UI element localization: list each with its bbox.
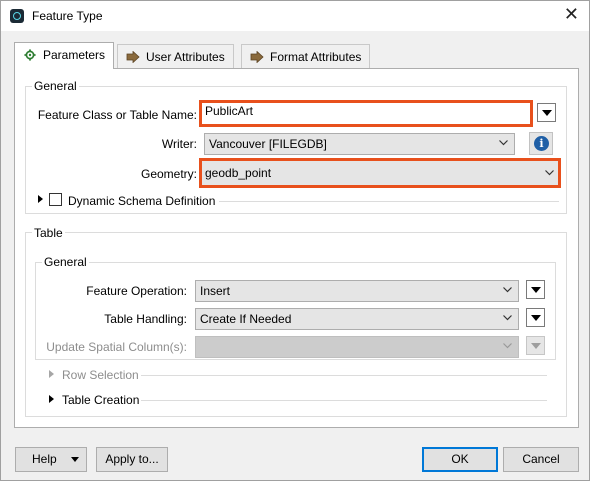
chevron-down-icon: [503, 287, 512, 293]
arrow-right-icon: [250, 51, 264, 63]
geometry-label: Geometry:: [140, 167, 197, 181]
tab-format-attributes[interactable]: Format Attributes: [241, 44, 371, 68]
geometry-select[interactable]: geodb_point: [199, 158, 561, 188]
tab-label: Format Attributes: [270, 50, 362, 64]
feature-class-input[interactable]: PublicArt: [199, 100, 533, 127]
feature-operation-value: Insert: [200, 284, 231, 298]
table-general-label: General: [42, 255, 89, 269]
apply-to-button[interactable]: Apply to...: [96, 447, 168, 472]
help-button[interactable]: Help: [15, 447, 87, 472]
writer-info-button[interactable]: i: [529, 132, 553, 155]
writer-select[interactable]: Vancouver [FILEGDB]: [204, 133, 515, 155]
expand-arrow-icon[interactable]: [49, 395, 54, 403]
table-group-label: Table: [32, 226, 65, 240]
table-handling-label: Table Handling:: [104, 312, 187, 326]
arrow-right-icon: [126, 51, 140, 63]
general-group-label: General: [32, 79, 79, 93]
writer-label: Writer:: [161, 137, 197, 151]
update-spatial-menu-button: [526, 336, 545, 355]
close-icon[interactable]: ✕: [564, 5, 579, 23]
feature-operation-select[interactable]: Insert: [195, 280, 519, 302]
dynamic-schema-checkbox[interactable]: [49, 193, 62, 206]
info-icon: i: [534, 136, 549, 151]
divider: [219, 201, 559, 202]
tab-label: Parameters: [43, 48, 106, 62]
feature-operation-menu-button[interactable]: [526, 280, 545, 299]
expand-arrow-icon: [49, 370, 54, 378]
feature-operation-label: Feature Operation:: [86, 284, 187, 298]
feature-class-menu-button[interactable]: [537, 103, 556, 122]
chevron-down-icon: [503, 343, 512, 349]
table-creation-label[interactable]: Table Creation: [62, 393, 139, 407]
writer-value: Vancouver [FILEGDB]: [209, 137, 327, 151]
triangle-down-icon: [531, 315, 541, 321]
table-handling-value: Create If Needed: [200, 312, 292, 326]
divider: [141, 400, 547, 401]
gear-icon: [24, 49, 36, 61]
table-handling-select[interactable]: Create If Needed: [195, 308, 519, 330]
tab-parameters[interactable]: Parameters: [14, 42, 115, 69]
expand-arrow-icon[interactable]: [38, 195, 43, 203]
triangle-down-icon: [531, 343, 541, 349]
triangle-down-icon: [531, 287, 541, 293]
divider: [141, 375, 547, 376]
chevron-down-icon: [503, 315, 512, 321]
title-bar: Feature Type ✕: [1, 1, 589, 31]
dropdown-arrow-icon: [71, 457, 79, 462]
geometry-value: geodb_point: [205, 166, 272, 180]
ok-button[interactable]: OK: [422, 447, 498, 472]
update-spatial-select: [195, 336, 519, 358]
triangle-down-icon: [542, 110, 552, 116]
update-spatial-label: Update Spatial Column(s):: [46, 340, 187, 354]
window-title: Feature Type: [32, 9, 103, 23]
table-handling-menu-button[interactable]: [526, 308, 545, 327]
tab-label: User Attributes: [146, 50, 225, 64]
cancel-button[interactable]: Cancel: [503, 447, 579, 472]
feature-type-dialog: Feature Type ✕ Parameters User Attribute…: [0, 0, 590, 481]
chevron-down-icon: [499, 140, 508, 146]
tab-user-attributes[interactable]: User Attributes: [117, 44, 234, 68]
chevron-down-icon: [545, 170, 554, 176]
feature-class-label: Feature Class or Table Name:: [37, 108, 197, 122]
dynamic-schema-label: Dynamic Schema Definition: [68, 194, 216, 208]
row-selection-label: Row Selection: [62, 368, 139, 382]
app-logo-icon: [10, 9, 24, 23]
help-button-label: Help: [32, 452, 57, 466]
